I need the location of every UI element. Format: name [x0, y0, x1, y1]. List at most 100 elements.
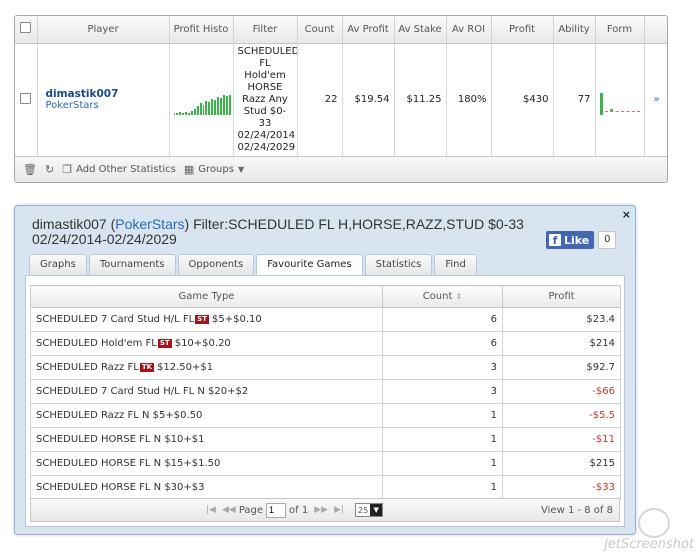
- row-checkbox[interactable]: [20, 92, 32, 104]
- table-row[interactable]: SCHEDULED Razz FL N $5+$0.50 1 -$5.5: [30, 403, 621, 428]
- col-av-stake[interactable]: Av Stake: [394, 16, 447, 44]
- filter-line: HORSE: [247, 81, 283, 93]
- header-row: Player Profit Histo Filter Count Av Prof…: [15, 16, 667, 44]
- expand-row-link[interactable]: »: [644, 43, 667, 157]
- table-row[interactable]: SCHEDULED Hold'em FL ST $10+$0.20 6 $214: [30, 331, 621, 356]
- player-detail-dialog: × dimastik007 (PokerStars) Filter:SCHEDU…: [14, 205, 636, 535]
- table-row[interactable]: SCHEDULED HORSE FL N $10+$1 1 -$11: [30, 427, 621, 452]
- watermark: jetScreenshot: [604, 537, 694, 552]
- tab-bar: Graphs Tournaments Opponents Favourite G…: [29, 254, 477, 276]
- tab-graphs[interactable]: Graphs: [29, 254, 87, 275]
- game-profit-cell: -$11: [502, 427, 621, 452]
- like-label: Like: [564, 233, 590, 247]
- add-other-statistics-button[interactable]: ❐ Add Other Statistics: [62, 163, 176, 176]
- table-row[interactable]: dimastik007 PokerStars SCHEDULED FL Hold…: [15, 43, 667, 157]
- col-profit-histo[interactable]: Profit Histo: [169, 16, 234, 44]
- select-all-checkbox[interactable]: [20, 22, 32, 34]
- table-row[interactable]: SCHEDULED HORSE FL N $15+$1.50 1 $215: [30, 451, 621, 476]
- col-games-profit[interactable]: Profit: [502, 285, 621, 308]
- title-player: dimastik007: [32, 216, 107, 232]
- game-type-cell: SCHEDULED 7 Card Stud H/L FL ST $5+$0.10: [30, 307, 383, 332]
- game-name: SCHEDULED Razz FL: [36, 362, 139, 373]
- profit-histo-cell: [169, 43, 234, 157]
- filter-line: Stud $0-: [243, 105, 287, 117]
- last-page-icon[interactable]: ▶|: [334, 505, 344, 515]
- game-name: SCHEDULED HORSE FL N: [36, 482, 162, 493]
- col-av-profit[interactable]: Av Profit: [342, 16, 395, 44]
- col-av-roi[interactable]: Av ROI: [446, 16, 492, 44]
- prev-page-icon[interactable]: ◀◀: [222, 505, 236, 515]
- close-button[interactable]: ×: [622, 208, 631, 221]
- game-profit-cell: $23.4: [502, 307, 621, 332]
- col-games-count[interactable]: Count ⇕: [382, 285, 503, 308]
- game-name: SCHEDULED Razz FL N: [36, 410, 150, 421]
- game-badge: ST: [157, 339, 172, 348]
- rows-per-page-select[interactable]: 25 ▼: [355, 503, 384, 517]
- tab-statistics[interactable]: Statistics: [364, 254, 433, 275]
- trash-icon[interactable]: 🗑: [23, 163, 37, 176]
- tab-opponents[interactable]: Opponents: [177, 254, 255, 275]
- col-profit[interactable]: Profit: [491, 16, 554, 44]
- add-stats-label: Add Other Statistics: [76, 164, 176, 175]
- page-number-input[interactable]: [266, 502, 287, 518]
- filter-line: SCHEDULED: [237, 45, 297, 57]
- favourite-games-content: Game Type Count ⇕ Profit SCHEDULED 7 Car…: [25, 275, 625, 527]
- title-filter: Filter:SCHEDULED FL H,HORSE,RAZZ,STUD $0…: [189, 216, 524, 232]
- game-type-cell: SCHEDULED Razz FL N $5+$0.50: [30, 403, 383, 428]
- table-row[interactable]: SCHEDULED HORSE FL N $30+$3 1 -$33: [30, 475, 621, 500]
- form-cell: [595, 43, 645, 157]
- page-of-label: of 1: [289, 504, 309, 516]
- game-count-cell: 1: [382, 451, 503, 476]
- player-site-link[interactable]: PokerStars: [46, 100, 165, 111]
- game-count-cell: 1: [382, 427, 503, 452]
- av-roi-value: 180%: [446, 43, 492, 157]
- game-profit-cell: $215: [502, 451, 621, 476]
- groups-label: Groups: [198, 164, 234, 175]
- game-name: SCHEDULED Hold'em FL: [36, 338, 157, 349]
- col-ability[interactable]: Ability: [553, 16, 596, 44]
- favourite-games-table: Game Type Count ⇕ Profit SCHEDULED 7 Car…: [30, 285, 621, 500]
- game-stake: $30+$3: [164, 482, 205, 493]
- next-page-icon[interactable]: ▶▶: [314, 505, 328, 515]
- facebook-icon: f: [549, 234, 561, 247]
- player-stats-panel: Player Profit Histo Filter Count Av Prof…: [14, 15, 668, 183]
- table-row[interactable]: SCHEDULED 7 Card Stud H/L FL N $20+$2 3 -$…: [30, 379, 621, 404]
- first-page-icon[interactable]: |◀: [206, 505, 216, 515]
- filter-line: FL: [259, 57, 271, 69]
- select-all-header[interactable]: [15, 16, 38, 44]
- col-filter[interactable]: Filter: [233, 16, 298, 44]
- col-form[interactable]: Form: [595, 16, 645, 44]
- table-row[interactable]: SCHEDULED Razz FL TK $12.50+$1 3 $92.7: [30, 355, 621, 380]
- game-type-cell: SCHEDULED HORSE FL N $30+$3: [30, 475, 383, 500]
- row-checkbox-cell[interactable]: [15, 43, 38, 157]
- rows-per-page-value: 25: [358, 505, 369, 515]
- filter-line: 02/24/2014: [237, 129, 296, 141]
- facebook-like-widget: f Like 0: [546, 231, 617, 249]
- player-name-link[interactable]: dimastik007: [46, 88, 165, 100]
- col-player[interactable]: Player: [37, 16, 170, 44]
- col-game-type[interactable]: Game Type: [30, 285, 383, 308]
- col-count[interactable]: Count: [297, 16, 343, 44]
- count-header-label: Count: [422, 291, 453, 302]
- refresh-icon[interactable]: ↻: [45, 163, 54, 176]
- groups-dropdown[interactable]: ▦ Groups ▼: [184, 163, 244, 176]
- game-badge: TK: [139, 363, 155, 372]
- view-range-text: View 1 - 8 of 8: [541, 504, 613, 516]
- filter-cell: SCHEDULED FL Hold'em HORSE Razz Any Stud…: [233, 43, 298, 157]
- pager: |◀ ◀◀ Page of 1 ▶▶ ▶| 25 ▼ View 1 - 8 of…: [30, 498, 620, 522]
- facebook-like-button[interactable]: f Like: [546, 231, 595, 249]
- title-site-link[interactable]: PokerStars: [115, 216, 184, 232]
- filter-line: 33: [258, 117, 272, 129]
- game-count-cell: 6: [382, 331, 503, 356]
- dialog-title: dimastik007 (PokerStars) Filter:SCHEDULE…: [32, 216, 524, 232]
- tab-favourite-games[interactable]: Favourite Games: [256, 254, 363, 276]
- tab-find[interactable]: Find: [434, 254, 477, 275]
- game-count-cell: 3: [382, 379, 503, 404]
- filter-line: Razz Any: [242, 93, 288, 105]
- table-row[interactable]: SCHEDULED 7 Card Stud H/L FL ST $5+$0.10 6 $…: [30, 307, 621, 332]
- table-footer: 🗑 ↻ ❐ Add Other Statistics ▦ Groups ▼: [15, 156, 667, 182]
- tab-tournaments[interactable]: Tournaments: [88, 254, 176, 275]
- player-cell: dimastik007 PokerStars: [37, 43, 170, 157]
- page-label: Page: [238, 504, 264, 516]
- dialog-title-dates: 02/24/2014-02/24/2029: [32, 231, 177, 247]
